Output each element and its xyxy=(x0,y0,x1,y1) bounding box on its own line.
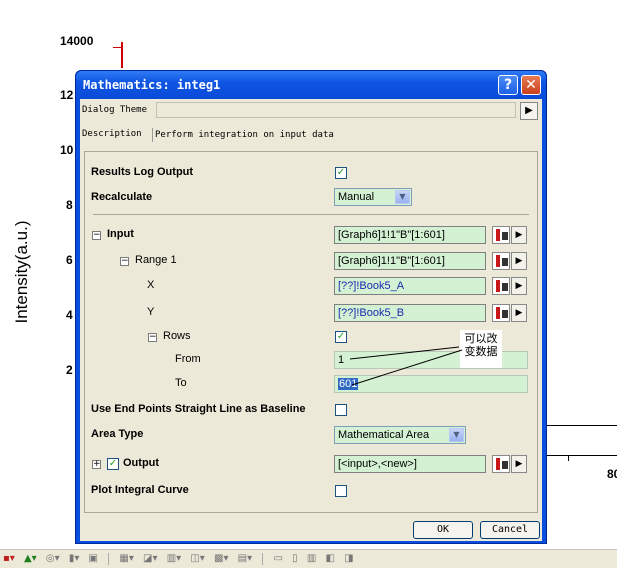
toolbar-icon[interactable]: ◪▾ xyxy=(143,550,157,568)
dialog-theme-field[interactable] xyxy=(156,102,516,118)
red-marker-tick xyxy=(113,47,121,48)
annotation-line-1: 可以改 xyxy=(464,332,498,345)
graph-line-upper xyxy=(547,425,617,426)
graph-line-lower xyxy=(547,455,617,456)
input-picker-button[interactable] xyxy=(492,226,510,244)
area-type-value: Mathematical Area xyxy=(338,429,430,441)
toolbar-separator xyxy=(262,553,264,565)
divider xyxy=(93,214,529,215)
cancel-button[interactable]: Cancel xyxy=(480,521,540,539)
toolbar-icon[interactable]: ▣ xyxy=(89,550,98,568)
dialog-client: Dialog Theme ▶ Description Perform integ… xyxy=(80,99,542,541)
input-label: Input xyxy=(107,228,134,240)
output-checkbox[interactable]: ✓ xyxy=(107,458,119,470)
y-tick-6: 6 xyxy=(66,253,73,267)
y-tick-4: 4 xyxy=(66,308,73,322)
description-text: Perform integration on input data xyxy=(152,128,334,142)
recalculate-label: Recalculate xyxy=(91,191,153,203)
output-picker-button[interactable] xyxy=(492,455,510,473)
x-picker-button[interactable] xyxy=(492,277,510,295)
toolbar-icon[interactable]: ▥▾ xyxy=(167,550,181,568)
area-type-select[interactable]: Mathematical Area ▼ xyxy=(334,426,466,444)
toolbar-icon[interactable]: ◧ xyxy=(325,550,334,568)
chevron-down-icon: ▼ xyxy=(395,190,410,204)
dialog-theme-label: Dialog Theme xyxy=(82,105,148,115)
toolbar-icon[interactable]: ▯ xyxy=(292,550,298,568)
to-field[interactable]: 601 xyxy=(334,375,528,393)
recalculate-select[interactable]: Manual ▼ xyxy=(334,188,412,206)
baseline-label: Use End Points Straight Line as Baseline xyxy=(91,403,306,415)
toolbar-icon[interactable]: ▥ xyxy=(307,550,316,568)
input-expander[interactable]: − xyxy=(92,231,101,240)
ok-button[interactable]: OK xyxy=(413,521,473,539)
recalculate-value: Manual xyxy=(338,191,375,203)
y-tick-12: 12 xyxy=(60,88,74,102)
range1-field[interactable]: [Graph6]1!1"B"[1:601] xyxy=(334,252,486,270)
y-tick-2: 2 xyxy=(66,363,73,377)
output-expander[interactable]: + xyxy=(92,460,101,469)
y-axis-label: Intensity(a.u.) xyxy=(12,220,31,324)
rows-label: Rows xyxy=(163,330,191,342)
output-field[interactable]: [<input>,<new>] xyxy=(334,455,486,473)
close-button[interactable]: ✕ xyxy=(521,75,541,95)
description-row: Description Perform integration on input… xyxy=(82,128,538,142)
annotation-line-2: 变数据 xyxy=(464,345,498,358)
range1-picker-button[interactable] xyxy=(492,252,510,270)
from-label: From xyxy=(175,353,201,365)
area-type-label: Area Type xyxy=(91,428,144,440)
toolbar-icon[interactable]: ◎▾ xyxy=(46,550,60,568)
input-field[interactable]: [Graph6]1!1"B"[1:601] xyxy=(334,226,486,244)
description-label: Description xyxy=(82,129,142,139)
x-field[interactable]: [??]!Book5_A xyxy=(334,277,486,295)
range1-expander[interactable]: − xyxy=(120,257,129,266)
output-menu-button[interactable]: ▶ xyxy=(511,455,527,473)
dialog-title: Mathematics: integ1 xyxy=(83,78,221,92)
toolbar-icon[interactable]: ▩▾ xyxy=(214,550,228,568)
range1-menu-button[interactable]: ▶ xyxy=(511,252,527,270)
red-marker-line xyxy=(121,42,123,68)
dialog-titlebar[interactable]: Mathematics: integ1 ? ✕ xyxy=(76,71,546,99)
baseline-checkbox[interactable] xyxy=(335,404,347,416)
help-button[interactable]: ? xyxy=(498,75,518,95)
dialog-theme-arrow-button[interactable]: ▶ xyxy=(520,102,538,120)
results-log-label: Results Log Output xyxy=(91,166,194,178)
to-value-selected: 601 xyxy=(338,378,359,390)
toolbar-icon[interactable]: ◨ xyxy=(344,550,353,568)
y-label: Y xyxy=(147,306,155,318)
y-tick-10: 10 xyxy=(60,143,74,157)
toolbar-icon[interactable]: ▦▾ xyxy=(119,550,133,568)
x-tick-label: 80 xyxy=(607,467,617,481)
toolbar-icon[interactable]: ▪▾ xyxy=(3,550,15,568)
rows-expander[interactable]: − xyxy=(148,333,157,342)
toolbar-icon[interactable]: ▲▾ xyxy=(24,550,37,568)
y-field[interactable]: [??]!Book5_B xyxy=(334,304,486,322)
toolbar-icon[interactable]: ▤▾ xyxy=(238,550,252,568)
output-label: Output xyxy=(123,457,160,469)
range1-label: Range 1 xyxy=(135,254,177,266)
y-menu-button[interactable]: ▶ xyxy=(511,304,527,322)
y-axis-max-label: 14000 xyxy=(60,34,94,48)
x-menu-button[interactable]: ▶ xyxy=(511,277,527,295)
toolbar-separator xyxy=(108,553,110,565)
rows-checkbox[interactable]: ✓ xyxy=(335,331,347,343)
plot-curve-label: Plot Integral Curve xyxy=(91,484,189,496)
bottom-toolbar: ▪▾ ▲▾ ◎▾ ▮▾ ▣ ▦▾ ◪▾ ▥▾ ◫▾ ▩▾ ▤▾ ▭ ▯ ▥ ◧ … xyxy=(0,549,617,568)
integ-dialog: Mathematics: integ1 ? ✕ Dialog Theme ▶ D… xyxy=(75,70,547,544)
chevron-down-icon: ▼ xyxy=(449,428,464,442)
y-tick-8: 8 xyxy=(66,198,73,212)
plot-curve-checkbox[interactable] xyxy=(335,485,347,497)
toolbar-icon[interactable]: ◫▾ xyxy=(190,550,204,568)
annotation-note: 可以改 变数据 xyxy=(460,330,502,368)
toolbar-icon[interactable]: ▭ xyxy=(274,550,283,568)
results-log-checkbox[interactable]: ✓ xyxy=(335,167,347,179)
x-label: X xyxy=(147,279,155,291)
x-axis-tick xyxy=(568,455,569,461)
y-picker-button[interactable] xyxy=(492,304,510,322)
input-menu-button[interactable]: ▶ xyxy=(511,226,527,244)
toolbar-icon[interactable]: ▮▾ xyxy=(69,550,80,568)
to-label: To xyxy=(175,377,187,389)
